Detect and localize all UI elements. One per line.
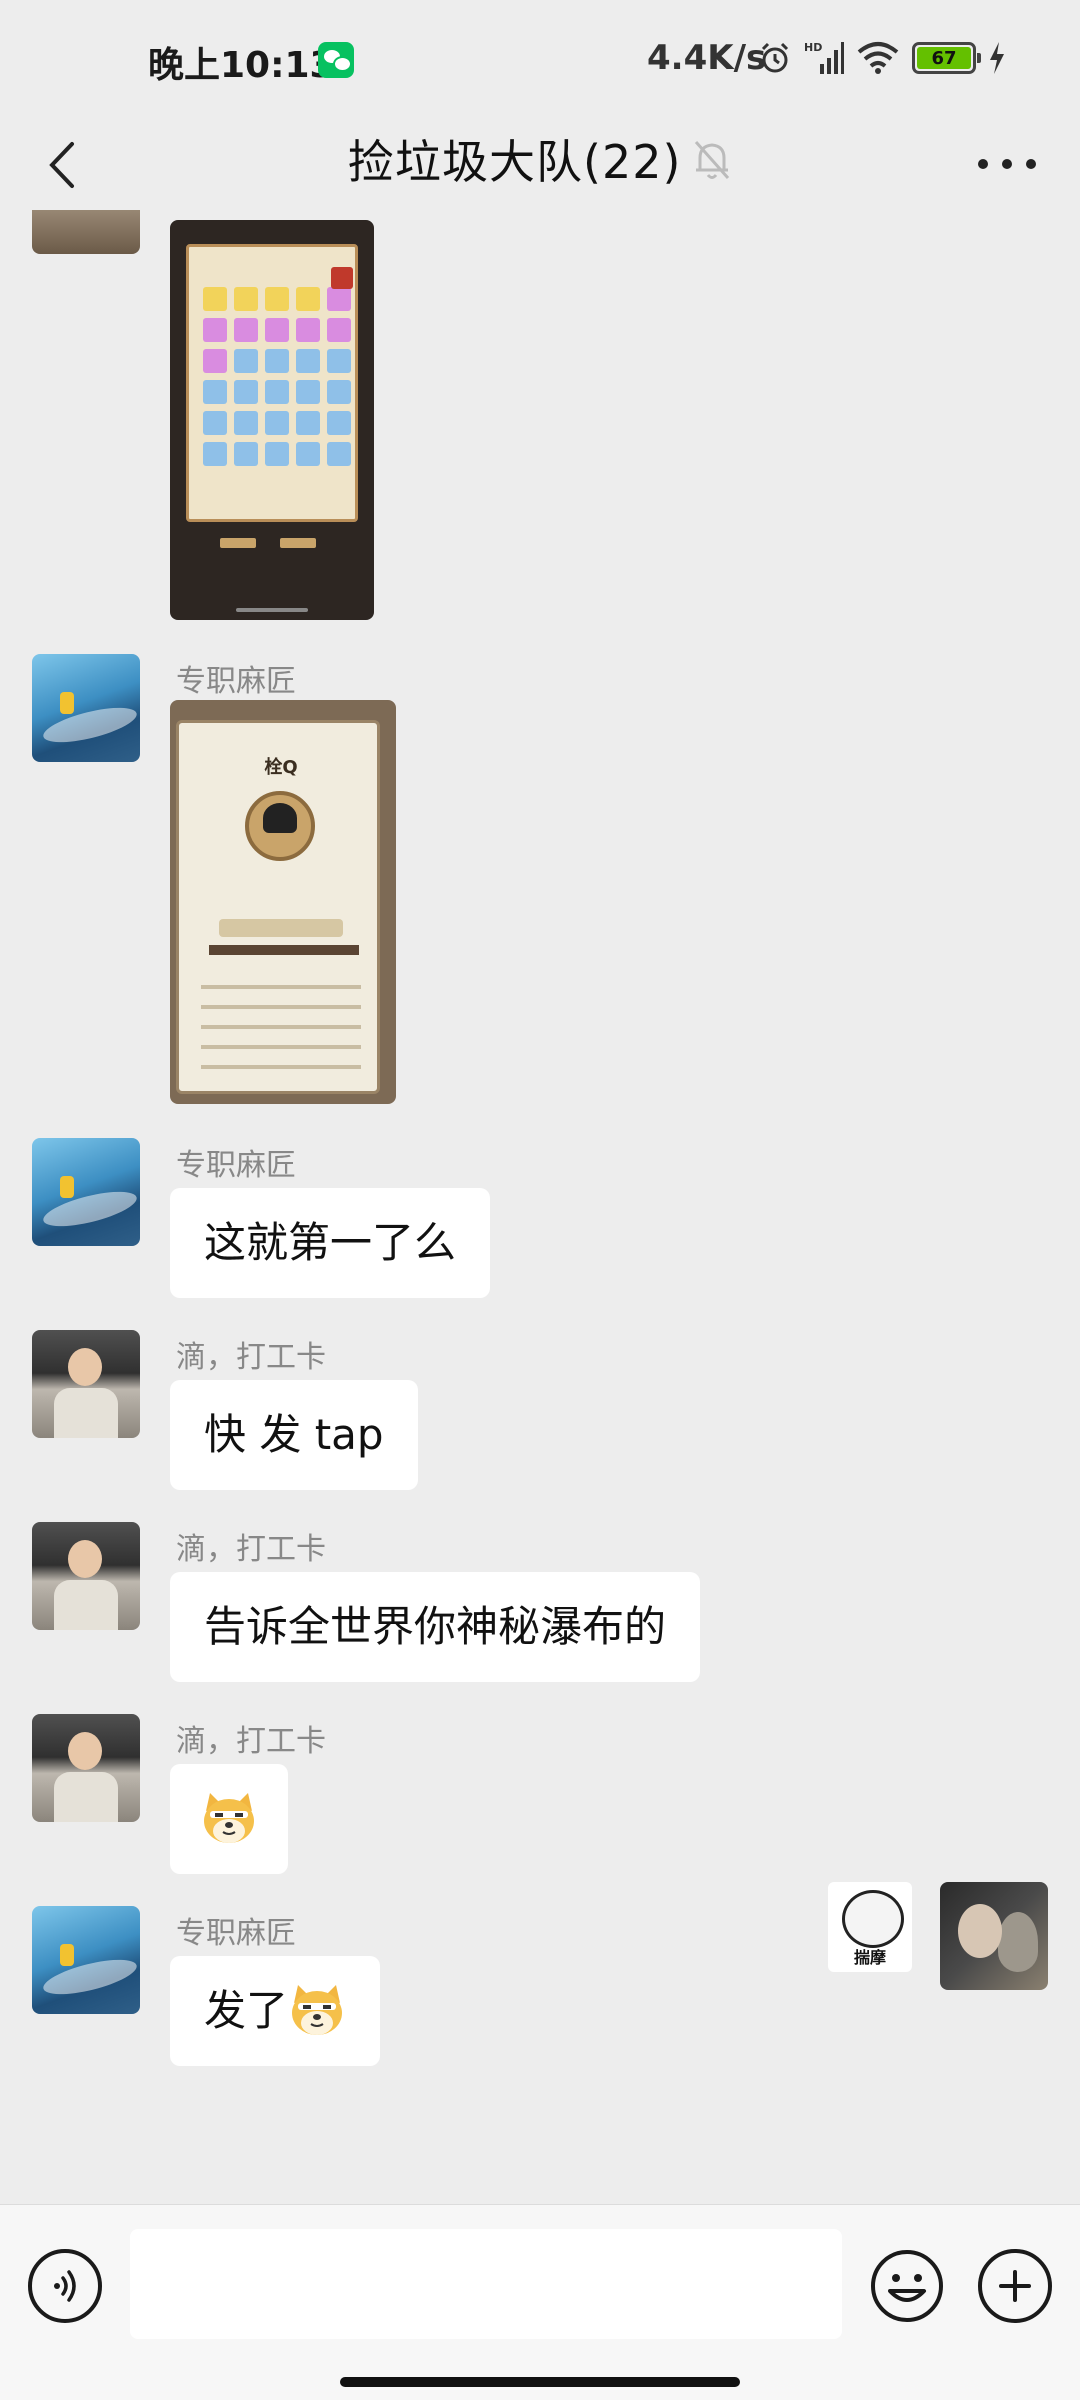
alarm-icon xyxy=(761,42,789,73)
message-bubble[interactable]: 发了 xyxy=(170,1956,381,2066)
signal-icon: HD xyxy=(804,41,844,74)
voice-icon xyxy=(54,2270,76,2302)
sender-name: 滴，打工卡 xyxy=(176,1340,326,1375)
bell-muted-icon xyxy=(694,141,730,179)
doge-emoji-icon xyxy=(292,1984,343,2035)
message-input[interactable] xyxy=(130,2229,842,2339)
more-button[interactable] xyxy=(972,140,1042,188)
more-functions-button[interactable] xyxy=(978,2249,1052,2323)
avatar[interactable] xyxy=(32,1714,140,1822)
doge-emoji-icon xyxy=(204,1792,254,1843)
avatar[interactable] xyxy=(32,1906,140,2014)
svg-text:HD: HD xyxy=(804,41,822,54)
game-warehouse-screenshot xyxy=(186,244,358,522)
charging-icon xyxy=(990,42,1004,74)
avatar[interactable] xyxy=(32,1330,140,1438)
sticker-label: 揣摩 xyxy=(853,1948,886,1967)
emoji-icon[interactable] xyxy=(870,2249,944,2323)
message-image[interactable] xyxy=(170,220,374,620)
sender-name: 滴，打工卡 xyxy=(176,1532,326,1567)
panda-sticker[interactable]: 揣摩 xyxy=(828,1882,912,1972)
close-icon xyxy=(331,267,353,289)
avatar[interactable] xyxy=(32,210,140,254)
wechat-icon xyxy=(318,42,354,78)
voice-button[interactable] xyxy=(28,2249,102,2323)
game-profile-screenshot: 栓Q xyxy=(176,720,380,1094)
network-speed: 4.4K/s xyxy=(647,38,767,78)
input-bar xyxy=(0,2204,1080,2400)
status-icons: HD 67 xyxy=(758,36,1006,80)
status-time: 晚上10:13 xyxy=(148,45,335,86)
battery-icon: 67 xyxy=(912,42,981,74)
message-bubble[interactable]: 告诉全世界你神秘瀑布的 xyxy=(170,1572,701,1682)
home-indicator[interactable] xyxy=(340,2377,740,2387)
chevron-left-icon xyxy=(49,142,74,188)
message-text: 这就第一了么 xyxy=(204,1218,457,1267)
player-name: 栓Q xyxy=(264,757,298,778)
wifi-icon xyxy=(857,42,899,74)
message-text: 快 发 tap xyxy=(204,1410,384,1459)
message-text: 告诉全世界你神秘瀑布的 xyxy=(204,1602,667,1651)
sender-name: 专职麻匠 xyxy=(176,664,296,699)
sender-name: 滴，打工卡 xyxy=(176,1724,326,1759)
message-text: 发了 xyxy=(204,1986,289,2035)
item-grid xyxy=(203,287,351,466)
message-bubble[interactable]: 快 发 tap xyxy=(170,1380,418,1490)
message-list[interactable]: 专职麻匠 栓Q 专职麻匠 这就第一了么 滴，打工卡 快 发 tap 滴，打工卡 … xyxy=(0,210,1080,2200)
status-bar: 晚上10:13 4.4K/s HD 67 xyxy=(0,0,1080,120)
sender-name: 专职麻匠 xyxy=(176,1148,296,1183)
message-image[interactable]: 栓Q xyxy=(170,700,396,1104)
my-avatar[interactable] xyxy=(940,1882,1048,1990)
chat-title: 捡垃圾大队(22) xyxy=(348,135,682,189)
more-icon xyxy=(978,159,988,169)
avatar[interactable] xyxy=(32,654,140,762)
character-portrait xyxy=(245,791,315,861)
battery-level: 67 xyxy=(917,47,971,69)
avatar[interactable] xyxy=(32,1138,140,1246)
back-button[interactable] xyxy=(26,130,96,200)
sender-name: 专职麻匠 xyxy=(176,1916,296,1951)
avatar[interactable] xyxy=(32,1522,140,1630)
message-bubble[interactable]: 这就第一了么 xyxy=(170,1188,491,1298)
message-bubble[interactable] xyxy=(170,1764,288,1874)
